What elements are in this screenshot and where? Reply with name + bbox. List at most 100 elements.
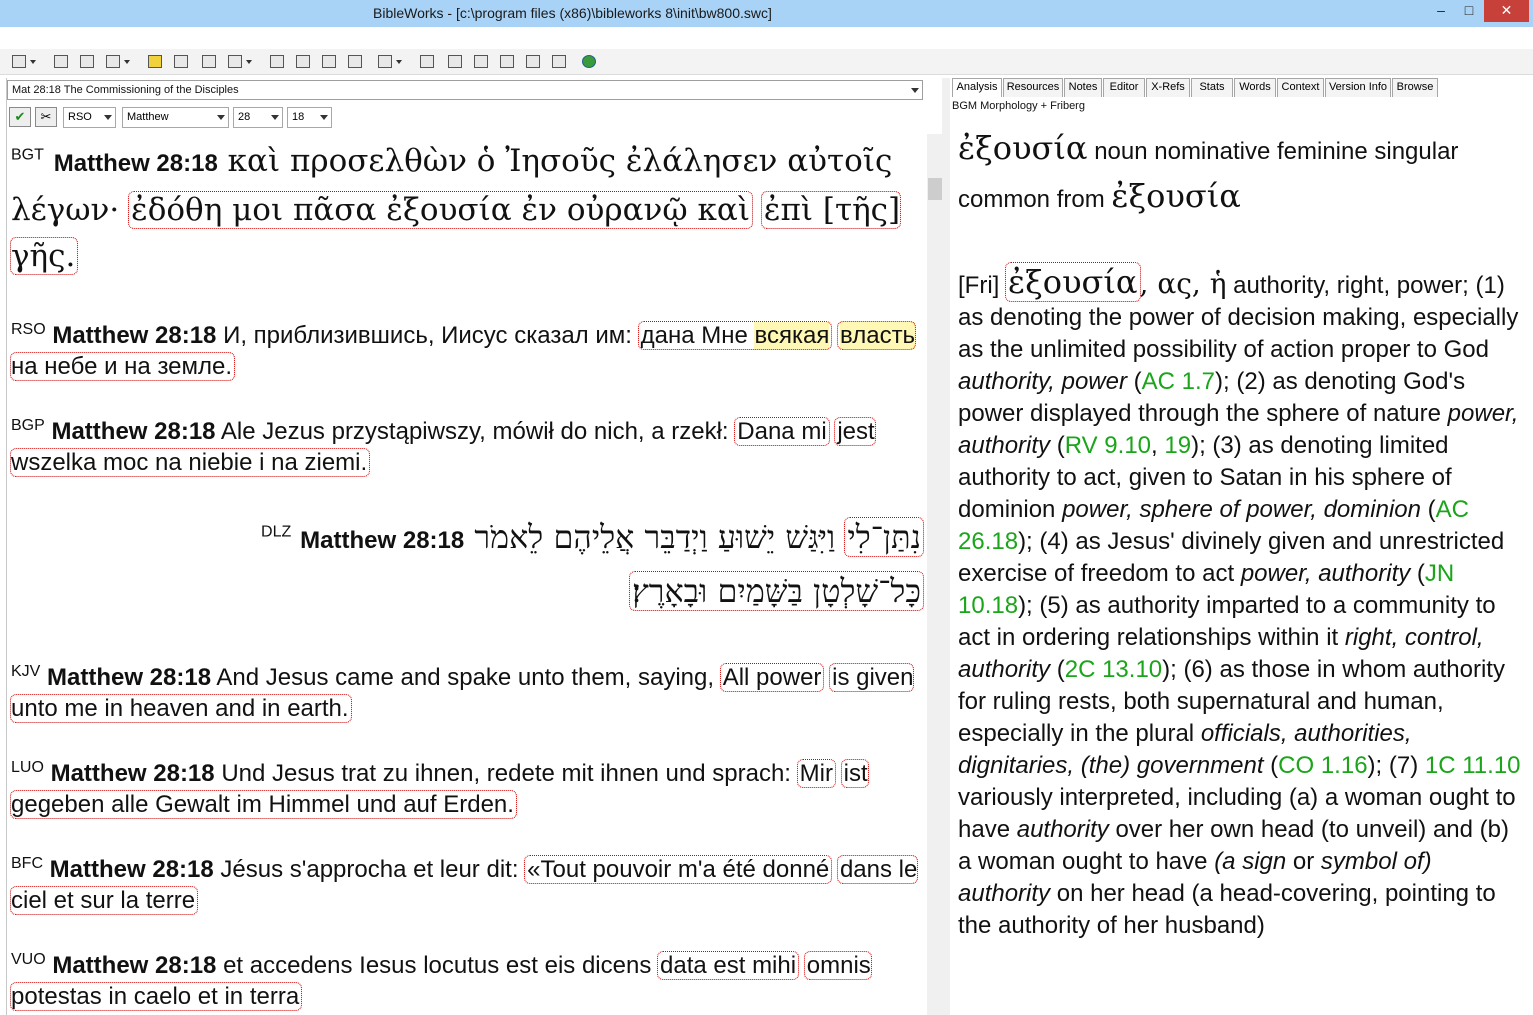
close-button[interactable]: ✕: [1484, 0, 1529, 22]
layout-icon[interactable]: [418, 53, 436, 71]
ev-icon[interactable]: [524, 53, 542, 71]
analysis-pane: Analysis Resources Notes Editor X-Refs S…: [950, 78, 1533, 1015]
chevron-down-icon[interactable]: [911, 88, 919, 93]
copy-icon[interactable]: [294, 53, 312, 71]
tab-notes[interactable]: Notes: [1064, 78, 1102, 97]
scripture-link[interactable]: CO 1.16: [1278, 752, 1367, 779]
chevron-down-icon[interactable]: [271, 115, 279, 120]
chevron-down-icon[interactable]: [246, 60, 252, 64]
verse-rso[interactable]: RSO Matthew 28:18 И, приблизившись, Иису…: [9, 320, 923, 382]
verse-bgt[interactable]: BGT Matthew 28:18 καὶ προσελθὼν ὁ Ἰησοῦς…: [9, 138, 923, 279]
edit-icon[interactable]: [320, 53, 338, 71]
verse-bgp[interactable]: BGP Matthew 28:18 Ale Jezus przystąpiwsz…: [10, 416, 923, 478]
chevron-down-icon[interactable]: [320, 115, 328, 120]
verse-ref[interactable]: Matthew 28:18: [51, 760, 215, 787]
search-options-icon[interactable]: [376, 53, 402, 71]
verse-combo-value: 18: [292, 111, 305, 123]
new-window-icon[interactable]: [52, 53, 70, 71]
chart-icon[interactable]: [446, 53, 464, 71]
title-bar: BibleWorks - [c:\program files (x86)\bib…: [0, 0, 1533, 27]
tab-browse[interactable]: Browse: [1392, 78, 1438, 97]
tab-words[interactable]: Words: [1234, 78, 1276, 97]
verse-dlz[interactable]: נִתַּן־לִי וַיִּגַּשׁ יֵשׁוּעַ וַיְדַבֵּ…: [11, 512, 924, 616]
chart-icon: [448, 55, 462, 68]
plus-verse-icon[interactable]: [498, 53, 516, 71]
tab-xrefs[interactable]: X-Refs: [1146, 78, 1190, 97]
tab-version-info[interactable]: Version Info: [1325, 78, 1391, 97]
book-combo-value: Matthew: [127, 111, 169, 123]
scripture-link[interactable]: 2C 13.10: [1065, 656, 1162, 683]
analysis-content[interactable]: ἐξουσία noun nominative feminine singula…: [958, 126, 1524, 1015]
browse-pane: Mat 28:18 The Commissioning of the Disci…: [6, 78, 943, 1015]
tools-icon: [80, 55, 94, 68]
pane-splitter[interactable]: [942, 78, 950, 1015]
chevron-down-icon[interactable]: [396, 60, 402, 64]
arrows-icon[interactable]: [200, 53, 218, 71]
globe-icon[interactable]: [580, 53, 598, 71]
window-icon: [174, 55, 188, 68]
new-window-icon: [54, 55, 68, 68]
tab-resources[interactable]: Resources: [1003, 78, 1063, 97]
verse-ref[interactable]: Matthew 28:18: [51, 418, 215, 445]
scripture-link[interactable]: AC 1.7: [1142, 368, 1215, 395]
window-icon[interactable]: [172, 53, 190, 71]
list-icon[interactable]: [268, 53, 286, 71]
tab-stats[interactable]: Stats: [1191, 78, 1233, 97]
highlighted-text: Dana mi: [734, 417, 830, 446]
menu-strip: [0, 27, 1533, 47]
scripture-link[interactable]: 19: [1164, 432, 1191, 459]
verse-ref[interactable]: Matthew 28:18: [54, 150, 218, 177]
chevron-down-icon[interactable]: [30, 60, 36, 64]
scrollbar-thumb[interactable]: [928, 178, 942, 200]
tab-editor[interactable]: Editor: [1103, 78, 1145, 97]
verse-text-area[interactable]: BGT Matthew 28:18 καὶ προσελθὼν ὁ Ἰησοῦς…: [7, 134, 927, 1015]
chevron-down-icon[interactable]: [124, 60, 130, 64]
verse-kjv[interactable]: KJV Matthew 28:18 And Jesus came and spa…: [9, 662, 923, 724]
verse-bfc[interactable]: BFC Matthew 28:18 Jésus s'approcha et le…: [9, 854, 923, 916]
maximize-button[interactable]: □: [1456, 0, 1482, 22]
search-icon[interactable]: [104, 53, 130, 71]
verse-reference-combo[interactable]: Mat 28:18 The Commissioning of the Disci…: [7, 80, 923, 100]
bibleworks-window: BibleWorks - [c:\program files (x86)\bib…: [0, 0, 1533, 1015]
check-icon[interactable]: ✔: [9, 107, 31, 127]
tab-analysis[interactable]: Analysis: [952, 78, 1002, 97]
verse-ref[interactable]: Matthew 28:18: [50, 856, 214, 883]
tools-icon[interactable]: ✂: [35, 107, 57, 127]
bookmark-icon[interactable]: [10, 53, 36, 71]
book-combo[interactable]: Matthew: [122, 107, 229, 128]
print-icon[interactable]: [346, 53, 364, 71]
vertical-scrollbar[interactable]: [927, 134, 943, 1015]
tab-context[interactable]: Context: [1277, 78, 1324, 97]
ew-icon[interactable]: [550, 53, 568, 71]
verse-ref[interactable]: Matthew 28:18: [52, 952, 216, 979]
verse-ref[interactable]: Matthew 28:18: [47, 664, 211, 691]
person-icon[interactable]: [472, 53, 490, 71]
ew-icon: [552, 55, 566, 68]
edit-icon: [322, 55, 336, 68]
arrows-icon: [202, 55, 216, 68]
minimize-button[interactable]: –: [1428, 0, 1454, 22]
gloss-text: authority, power: [958, 368, 1127, 395]
version-label: KJV: [11, 663, 41, 680]
lexicon-text: or: [1292, 848, 1315, 875]
highlight-icon[interactable]: [146, 53, 164, 71]
verse-luo[interactable]: LUO Matthew 28:18 Und Jesus trat zu ihne…: [10, 758, 923, 820]
grid-icon[interactable]: [226, 53, 252, 71]
verse-text: et accedens Iesus locutus est eis dicens: [223, 952, 652, 979]
verse-vuo[interactable]: VUO Matthew 28:18 et accedens Iesus locu…: [10, 950, 923, 1012]
verse-ref[interactable]: Matthew 28:18: [300, 527, 464, 554]
version-label: DLZ: [261, 523, 292, 541]
verse-ref[interactable]: Matthew 28:18: [52, 322, 216, 349]
chevron-down-icon[interactable]: [217, 115, 225, 120]
copy-icon: [296, 55, 310, 68]
scripture-link[interactable]: RV 9.10: [1065, 432, 1151, 459]
version-combo[interactable]: RSO: [63, 107, 116, 128]
lexicon-source: [Fri]: [958, 272, 1000, 299]
tools-icon[interactable]: [78, 53, 96, 71]
list-icon: [270, 55, 284, 68]
scripture-link[interactable]: 1C 11.10: [1425, 752, 1521, 779]
highlighted-text: Mir: [796, 759, 836, 788]
chevron-down-icon[interactable]: [104, 115, 112, 120]
verse-combo[interactable]: 18: [287, 107, 332, 128]
chapter-combo[interactable]: 28: [233, 107, 283, 128]
